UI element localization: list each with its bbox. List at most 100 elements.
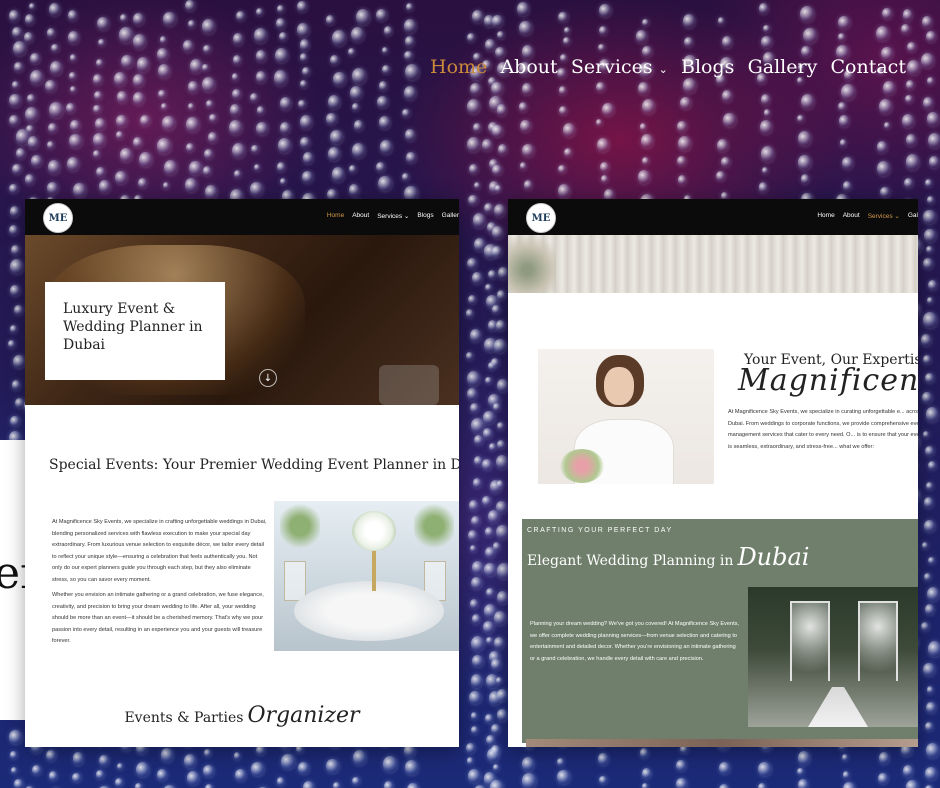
crystal-bead [302,170,313,183]
crystal-bead [838,101,847,111]
crystal-bead [186,117,199,132]
mockup-nav-blogs[interactable]: Blogs [417,212,433,220]
crystal-bead [558,165,566,174]
crystal-bead [302,780,315,788]
crystal-bead [467,99,481,115]
crystal-bead [405,760,419,776]
mockup-nav-gallery[interactable]: Gal [908,212,918,220]
mockup-nav-gallery[interactable]: Galler [442,212,459,220]
crystal-bead [492,763,500,772]
nav-contact[interactable]: Contact [831,56,906,78]
crystal-bead [599,775,608,785]
crystal-bead [330,129,343,144]
crystal-bead [925,30,937,43]
crystal-bead [682,13,696,28]
mockup-nav-home[interactable]: Home [817,212,834,220]
crystal-bead [598,43,605,52]
events-parties-text: Events & Parties [124,710,244,726]
crystal-bead [132,137,142,149]
scroll-down-icon[interactable]: ↓ [259,369,277,387]
mockup-nav-services[interactable]: Services ⌄ [377,212,409,220]
tablecloth-illustration [294,581,444,641]
crystal-bead [558,11,568,23]
crystal-bead [488,691,502,706]
crystal-bead [905,154,920,171]
crystal-bead [761,94,771,106]
crystal-bead [48,160,61,175]
crystal-bead [92,149,101,158]
crystal-bead [676,155,686,167]
crystal-bead [842,754,849,761]
mockup-nav-about[interactable]: About [843,212,860,220]
crystal-bead [12,26,22,38]
crystal-bead [487,393,500,408]
crystal-bead [404,36,414,47]
crystal-bead [184,0,195,12]
flower-illustration [508,235,556,293]
crystal-bead [878,772,888,784]
crystal-bead [73,183,86,198]
mockup-nav-about[interactable]: About [352,212,369,220]
crystal-bead [496,709,508,722]
mockup-nav-services[interactable]: Services ⌄ [868,212,900,220]
crystal-bead [761,35,773,49]
crystal-bead [721,157,730,167]
crystal-bead [299,39,310,51]
crystal-bead [162,115,175,130]
crystal-bead [907,60,921,76]
crystal-bead [132,33,147,50]
nav-home[interactable]: Home [430,56,487,78]
crystal-bead [379,116,390,129]
crystal-bead [922,431,929,439]
crystal-bead [204,148,214,159]
crystal-bead [24,32,34,43]
crystal-bead [163,160,177,176]
bride-photo [538,349,714,484]
crystal-bead [839,115,850,127]
crystal-bead [905,779,919,788]
mockup-nav-home[interactable]: Home [327,212,344,220]
crystal-bead [923,519,935,533]
crystal-bead [405,2,413,11]
crystal-bead [276,162,286,173]
crystal-bead [496,421,505,431]
crystal-bead [797,778,808,788]
crystal-bead [29,53,40,65]
crystal-bead [905,79,915,90]
crystal-bead [251,761,264,776]
nav-services[interactable]: Services ⌄ [571,56,668,78]
crystal-bead [135,762,149,778]
crystal-bead [379,81,388,91]
crystal-bead [492,164,502,176]
crystal-bead [468,769,481,783]
chevron-down-icon: ⌄ [658,63,668,76]
next-section-preview [526,739,918,747]
brand-logo[interactable]: ME [526,203,556,233]
crystal-bead [280,122,291,134]
crystal-bead [484,562,496,576]
crystal-bead [472,655,483,668]
crystal-bead [466,309,474,318]
crystal-bead [403,19,417,34]
brand-logo[interactable]: ME [43,203,73,233]
crystal-bead [557,769,571,785]
crystal-bead [760,146,775,162]
crystal-bead [47,181,58,195]
nav-blogs[interactable]: Blogs [681,56,734,78]
crystal-bead [483,15,495,28]
crystal-bead [24,106,38,122]
crystal-bead [250,182,263,197]
crystal-bead [927,279,937,290]
crystal-bead [235,11,245,22]
crystal-bead [559,106,568,116]
crystal-bead [798,155,811,170]
crystal-bead [333,71,346,86]
crystal-bead [486,294,498,308]
nav-gallery[interactable]: Gallery [748,56,818,78]
nav-about[interactable]: About [500,56,557,78]
crystal-bead [641,768,652,779]
crystal-bead [492,305,500,314]
crystal-bead [721,90,733,103]
crystal-bead [209,113,217,123]
crystal-bead [299,53,308,62]
